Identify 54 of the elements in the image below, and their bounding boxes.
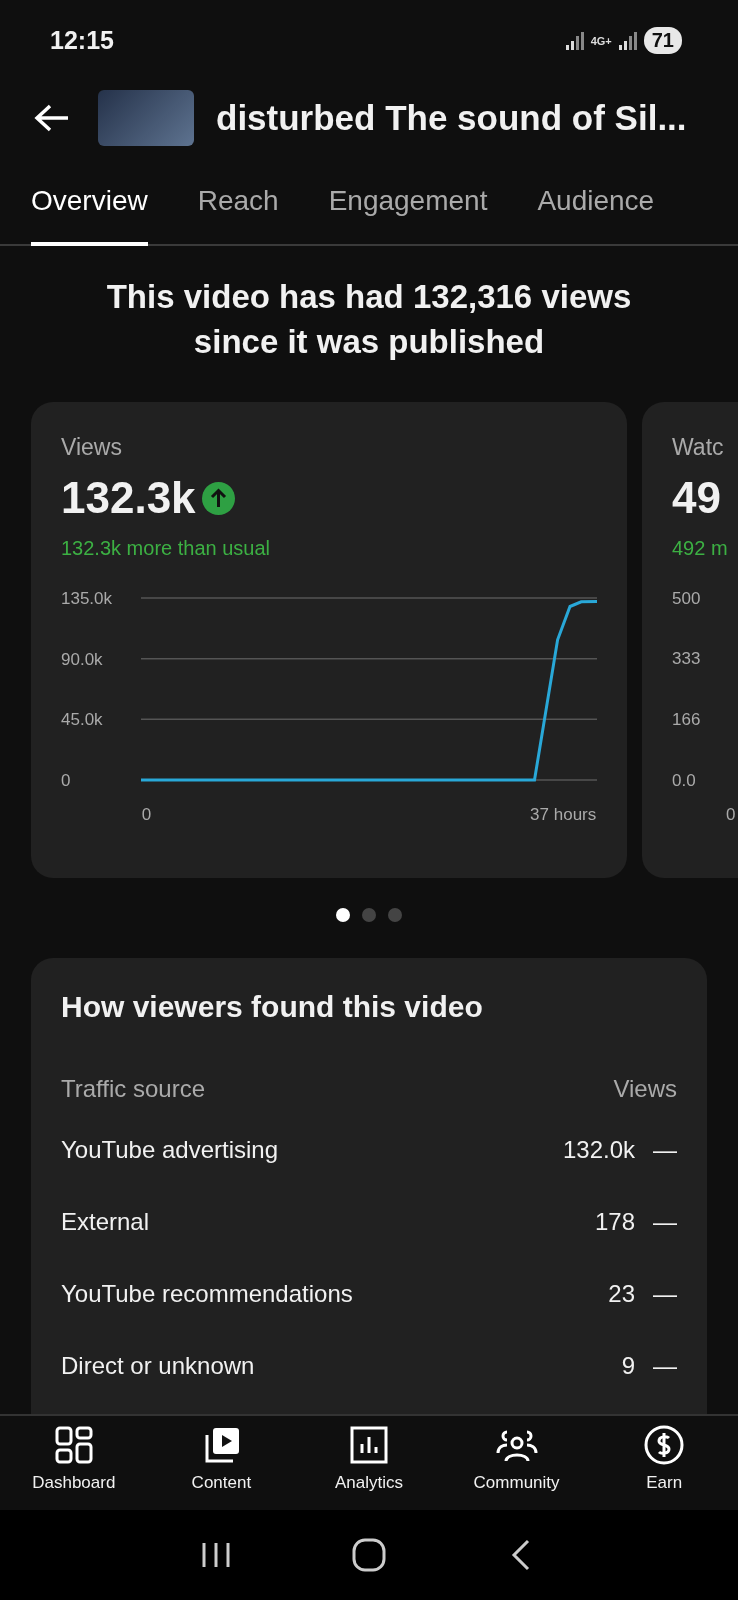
page-dot[interactable] [388, 908, 402, 922]
nav-item[interactable]: Community [446, 1422, 587, 1510]
trend-dash: — [652, 1352, 677, 1380]
x-tick-label: 37 hours [530, 805, 597, 824]
y-tick-label: 333 [672, 649, 701, 668]
column-header: Views [613, 1075, 677, 1103]
y-tick-label: 166 [672, 710, 701, 729]
view-count: 178 [594, 1208, 635, 1236]
metric-title: Watc [672, 434, 725, 461]
column-header: Traffic source [61, 1075, 207, 1103]
view-count: 132.0k [562, 1136, 635, 1164]
back-icon[interactable] [34, 102, 70, 133]
page-dot[interactable] [336, 908, 350, 922]
metric-value: 132.3k [61, 473, 196, 523]
metric-card[interactable]: Views 132.3k 132.3k more than usual 135.0k 90.0k 45.0k 0 0 37 hours [31, 402, 627, 878]
trend-dash: — [652, 1208, 677, 1236]
y-tick-label: 0.0 [672, 771, 696, 790]
metric-card[interactable]: Watc 49 492 m 500 333 166 0.0 0 [642, 402, 738, 878]
nav-item[interactable]: Earn [594, 1422, 735, 1510]
metric-value: 49 [672, 473, 721, 523]
x-tick-label: 0 [726, 805, 736, 824]
traffic-source: YouTube advertising [61, 1136, 280, 1164]
traffic-source: Direct or unknown [61, 1352, 256, 1380]
x-tick-label: 0 [141, 805, 152, 824]
y-tick-label: 45.0k [61, 710, 103, 730]
y-tick-label: 500 [672, 589, 701, 608]
signal-icon [564, 30, 585, 51]
metric-title: Views [61, 434, 123, 461]
y-tick-label: 135.0k [61, 589, 113, 608]
tab[interactable]: Reach [197, 160, 279, 246]
comparison-text: 132.3k more than usual [61, 537, 272, 560]
traffic-source: External [61, 1208, 151, 1236]
status-time: 12:15 [50, 26, 114, 55]
section-title: How viewers found this video [61, 990, 484, 1024]
y-tick-label: 0 [61, 771, 71, 790]
y-tick-label: 90.0k [61, 649, 103, 669]
view-count: 9 [621, 1352, 635, 1380]
tab[interactable]: Overview [31, 160, 148, 246]
traffic-source: YouTube recommendations [61, 1280, 354, 1308]
headline: This video has had 132,316 views since it was published [105, 277, 633, 362]
nav-item[interactable]: Analytics [299, 1422, 439, 1510]
trend-dash: — [652, 1136, 677, 1164]
battery-indicator: 71 [643, 27, 682, 54]
video-title: disturbed The sound of Sil... [216, 97, 687, 138]
trend-dash: — [652, 1280, 677, 1308]
network-label: 4G+ [590, 34, 612, 47]
signal-icon [617, 30, 638, 51]
comparison-text: 492 m [672, 537, 729, 560]
page-dot[interactable] [362, 908, 376, 922]
view-count: 23 [608, 1280, 635, 1308]
nav-item[interactable]: Content [151, 1422, 292, 1510]
tab[interactable]: Audience [537, 160, 655, 246]
nav-item[interactable]: Dashboard [3, 1422, 144, 1510]
tab[interactable]: Engagement [328, 160, 488, 246]
